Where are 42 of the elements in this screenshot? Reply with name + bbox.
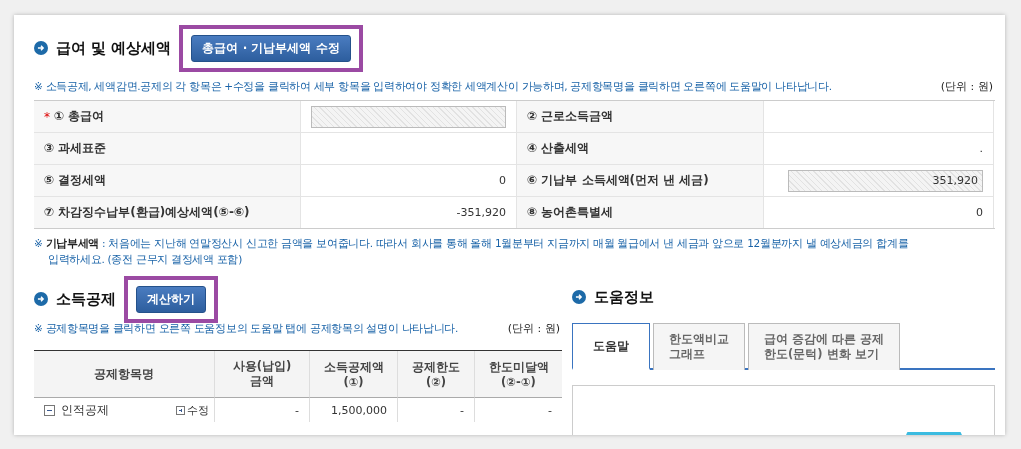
table-cell: - [397, 398, 474, 422]
field-label: ⑤ 결정세액 [44, 172, 107, 189]
input-field[interactable] [311, 105, 506, 128]
field-label: ① 총급여 [54, 108, 105, 125]
column-header: 사용(납입) 금액 [214, 351, 309, 398]
calculate-button[interactable]: 계산하기 [136, 285, 206, 313]
table-cell: - [474, 398, 562, 422]
plus-icon [176, 405, 185, 415]
item-name[interactable]: 인적공제 [61, 402, 109, 418]
tab[interactable]: 도움말 [572, 323, 650, 370]
column-header: 한도미달액 (②-①) [474, 351, 562, 398]
collapse-icon[interactable] [44, 404, 55, 416]
section-title: 소득공제 [56, 289, 116, 309]
footnote-text: ※ 기납부세액 : 처음에는 지난해 연말정산시 신고한 금액을 보여줍니다. 따라서 회사를 통해 올해 1월분부터 지금까지 매월 월급에서 낸 세금과 앞으로 12월분까지 낼 예상세금의 합계를 입력하세요. (종전 근무지 결정세액 포함) [34, 236, 910, 267]
table-cell: - [214, 398, 309, 422]
value-cell: 0 [764, 197, 994, 228]
field-label: ⑦ 차감징수납부(환급)예상세액(⑤-⑥) [44, 204, 250, 221]
section-title: 도움정보 [594, 287, 654, 307]
edit-button[interactable]: 총급여 · 기납부세액 수정 [191, 34, 351, 62]
column-header: 공제항목명 [34, 351, 214, 398]
field-label: ② 근로소득금액 [527, 108, 614, 125]
field-label: ⑥ 기납부 소득세액(먼저 낸 세금) [527, 172, 709, 189]
arrow-circle-icon [34, 292, 48, 306]
tab[interactable]: 한도액비교 그래프 [653, 323, 745, 370]
required-mark: * [44, 109, 50, 124]
notice-text: ※ 소득공제, 세액감면.공제의 각 항목은 +수정을 클릭하여 세부 항목을 입력하여야 정확한 세액계산이 가능하며, 공제항목명을 클릭하면 오른쪽에 도움말이 나타납니다. [34, 80, 832, 94]
tab[interactable]: 급여 증감에 따른 공제 한도(문턱) 변화 보기 [748, 323, 900, 370]
arrow-circle-icon [572, 290, 586, 304]
edit-link[interactable]: 수정 [187, 402, 209, 418]
arrow-circle-icon [34, 41, 48, 55]
section-title: 급여 및 예상세액 [56, 38, 172, 58]
column-header: 공제한도 (②) [397, 351, 474, 398]
input-field[interactable]: 351,920 [788, 169, 983, 192]
field-label: ⑧ 농어촌특별세 [527, 204, 614, 221]
value-cell: . [764, 133, 994, 165]
field-label: ③ 과세표준 [44, 140, 107, 157]
table-cell: 1,500,000 [309, 398, 397, 422]
unit-label: (단위 : 원) [940, 79, 993, 94]
unit-label: (단위 : 원) [507, 321, 560, 336]
column-header: 소득공제액 (①) [309, 351, 397, 398]
field-label: ④ 산출세액 [527, 140, 590, 157]
notice-text: ※ 공제항목명을 클릭하면 오른쪽 도움정보의 도움말 탭에 공제항목의 설명이 나타납니다. [34, 322, 459, 336]
